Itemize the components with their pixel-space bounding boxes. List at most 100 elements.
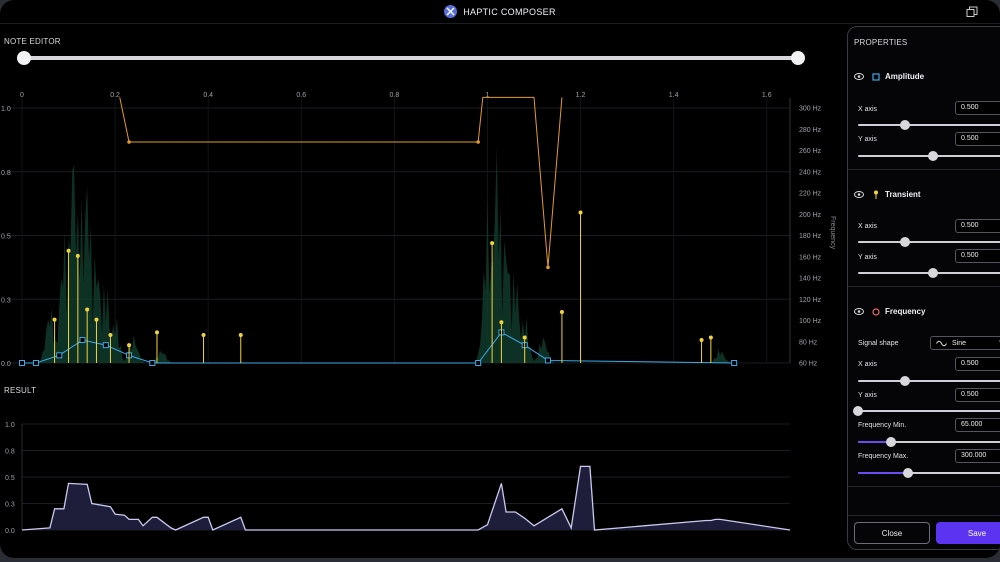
frequency-min-slider[interactable]: [858, 437, 1000, 447]
signal-shape-label: Signal shape: [858, 340, 899, 347]
frequency-y-slider[interactable]: [853, 406, 1000, 416]
y-tick-label: 0.8: [5, 449, 15, 456]
app-title: HAPTIC COMPOSER: [463, 6, 556, 17]
frequency-y-input[interactable]: 0.500: [955, 388, 1000, 402]
transient-point: [522, 335, 527, 340]
amplitude-point: [102, 342, 109, 349]
close-button[interactable]: Close: [854, 522, 930, 544]
eye-icon[interactable]: [854, 191, 864, 198]
title-bar: HAPTIC COMPOSER: [0, 0, 1000, 24]
eye-icon[interactable]: [854, 73, 864, 80]
amplitude-group-header[interactable]: Amplitude: [854, 72, 924, 81]
amplitude-x-input[interactable]: 0.500: [955, 101, 1000, 115]
amplitude-point: [149, 360, 156, 366]
divider: [848, 486, 1000, 487]
transient-point: [238, 332, 243, 337]
x-tick-label: 1.4: [669, 92, 679, 99]
x-tick-label: 1: [486, 92, 490, 99]
frequency-group-header[interactable]: Frequency: [854, 307, 925, 316]
transient-y-input[interactable]: 0.500: [955, 249, 1000, 263]
frequency-max-label: Frequency Max.: [858, 453, 909, 460]
amplitude-square-icon: [872, 72, 880, 81]
frequency-axis-label: Frequency: [829, 216, 836, 250]
amplitude-point: [56, 352, 63, 359]
frequency-max-slider[interactable]: [858, 468, 1000, 478]
x-tick-label: 0.6: [296, 92, 306, 99]
x-tick-label: 1.6: [762, 92, 772, 99]
transient-x-slider[interactable]: [858, 237, 1000, 247]
app-logo-icon: [444, 5, 458, 18]
transient-y-slider[interactable]: [858, 268, 1000, 278]
y-tick-label: 1.0: [5, 422, 15, 429]
properties-panel: PROPERTIES Amplitude ▲ X axis 0.500 Y ax…: [847, 26, 1000, 550]
amplitude-y-input[interactable]: 0.500: [955, 132, 1000, 146]
amplitude-point: [731, 360, 738, 366]
amplitude-point: [19, 360, 25, 366]
frequency-tick-label: 260 Hz: [799, 148, 822, 155]
app-window: HAPTIC COMPOSER NOTE EDITOR 0 0.2 0.4 0.6 0.…: [0, 0, 1000, 558]
amplitude-y-slider[interactable]: [858, 151, 1000, 161]
transient-point: [154, 330, 159, 335]
frequency-max-input[interactable]: 300.000: [955, 449, 1000, 463]
transient-point: [127, 343, 132, 348]
transient-point: [699, 338, 704, 343]
frequency-x-slider[interactable]: [858, 376, 1000, 386]
y-tick-label: 1.0: [1, 106, 11, 113]
frequency-tick-label: 60 Hz: [799, 361, 818, 368]
x-tick-label: 0: [20, 92, 24, 99]
amplitude-x-slider[interactable]: [858, 120, 1000, 130]
frequency-tick-label: 120 Hz: [799, 297, 822, 304]
amplitude-point: [79, 337, 86, 344]
transient-point: [201, 332, 206, 337]
transient-point: [499, 320, 504, 325]
divider: [848, 286, 1000, 287]
amplitude-point: [32, 360, 39, 366]
y-tick-label: 0.3: [1, 297, 11, 304]
amplitude-label: Amplitude: [885, 72, 925, 81]
divider: [848, 515, 1000, 516]
transient-y-label: Y axis: [858, 254, 877, 261]
save-button[interactable]: Save: [936, 522, 1000, 544]
amplitude-x-label: X axis: [858, 106, 878, 113]
signal-shape-value: Sine: [952, 339, 967, 347]
frequency-tick-label: 280 Hz: [799, 127, 822, 134]
y-tick-label: 0.3: [5, 502, 15, 509]
x-tick-label: 0.4: [203, 92, 213, 99]
frequency-point: [476, 140, 480, 144]
amplitude-y-label: Y axis: [858, 136, 877, 143]
transient-pin-icon: [874, 190, 878, 199]
amplitude-point: [475, 360, 482, 366]
frequency-point: [546, 265, 550, 270]
y-tick-label: 0.0: [5, 528, 15, 535]
frequency-tick-label: 180 Hz: [799, 233, 822, 240]
frequency-x-label: X axis: [858, 361, 878, 368]
frequency-min-input[interactable]: 65.000: [955, 418, 1000, 432]
properties-title: PROPERTIES: [854, 38, 908, 47]
transient-point: [108, 332, 113, 337]
transient-point: [490, 241, 495, 246]
transient-x-input[interactable]: 0.500: [955, 219, 1000, 233]
transient-point: [578, 210, 583, 215]
y-tick-label: 0.8: [1, 170, 11, 177]
restore-window-icon[interactable]: [966, 6, 978, 18]
y-tick-label: 0.5: [1, 234, 11, 241]
note-editor-chart[interactable]: 0 0.2 0.4 0.6 0.8 1 1.2 1.4 1.6 0.00.30.50.81.0 …: [0, 86, 845, 386]
frequency-tick-label: 220 Hz: [799, 191, 822, 198]
divider: [848, 169, 1000, 170]
frequency-y-label: Y axis: [858, 392, 877, 399]
range-end-handle[interactable]: [791, 51, 805, 65]
y-tick-label: 0.5: [5, 475, 15, 482]
frequency-tick-label: 140 Hz: [799, 276, 822, 283]
zoom-range-slider[interactable]: [0, 48, 830, 68]
frequency-circle-icon: [872, 307, 880, 316]
frequency-tick-label: 200 Hz: [799, 212, 822, 219]
frequency-x-input[interactable]: 0.500: [955, 357, 1000, 371]
eye-icon[interactable]: [854, 308, 864, 315]
amplitude-point: [544, 357, 551, 364]
result-area: [22, 466, 790, 530]
range-start-handle[interactable]: [17, 51, 31, 65]
result-label: RESULT: [4, 386, 37, 395]
transient-group-header[interactable]: Transient: [854, 190, 921, 199]
frequency-tick-label: 160 Hz: [799, 254, 822, 261]
signal-shape-select[interactable]: Sine ▼: [930, 336, 1000, 350]
